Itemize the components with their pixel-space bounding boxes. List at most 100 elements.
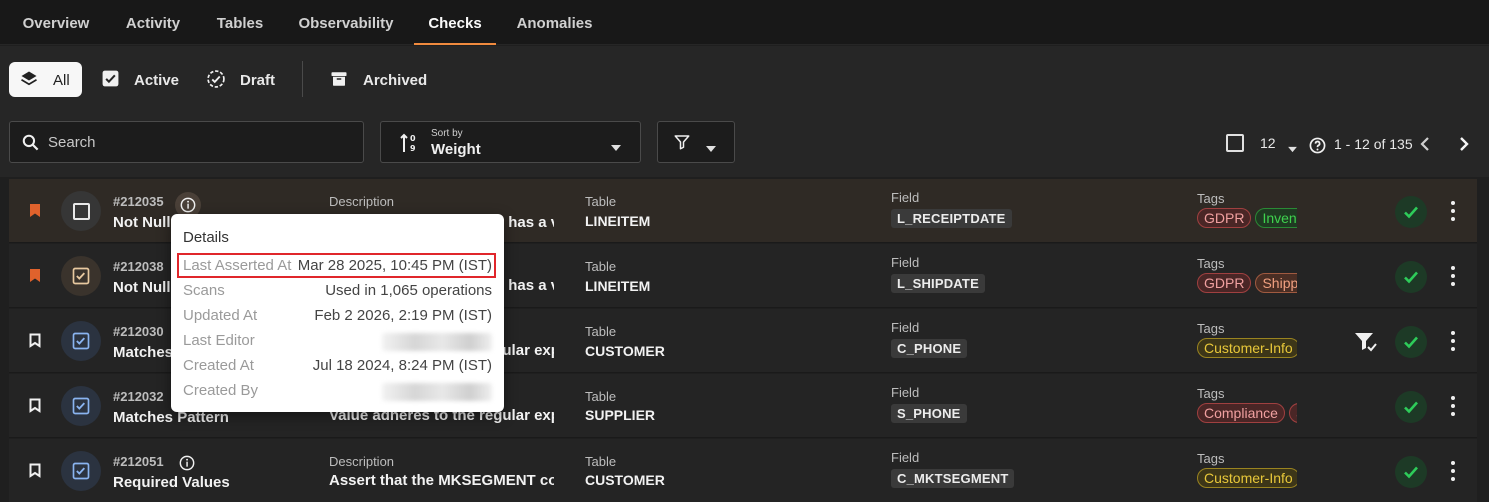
filter-check-icon[interactable]	[1354, 332, 1378, 357]
more-vertical-icon[interactable]	[1446, 459, 1460, 483]
row-check-icon	[61, 256, 101, 296]
detail-key: Last Editor	[183, 332, 255, 349]
info-circle-icon[interactable]	[175, 451, 199, 475]
table-caption: Table	[585, 454, 617, 469]
tag-badge: Shipping	[1255, 273, 1297, 293]
row-check-icon	[61, 321, 101, 361]
tab-overview[interactable]: Overview	[10, 0, 102, 45]
filter-draft-button[interactable]: Draft	[204, 62, 289, 97]
status-filter-bar: All Active Draft Archived	[0, 46, 1489, 113]
detail-value: Used in 1,065 operations	[325, 282, 492, 299]
detail-row: Scans Used in 1,065 operations	[183, 282, 492, 302]
table-value: LINEITEM	[585, 213, 651, 229]
tag-badge: GDPR	[1197, 273, 1252, 293]
tab-observability[interactable]: Observability	[290, 0, 402, 45]
table-caption: Table	[585, 194, 617, 209]
sort-select[interactable]: 09 Sort by Weight	[380, 121, 641, 163]
check-id: #212051	[113, 454, 164, 469]
table-value: CUSTOMER	[585, 472, 665, 488]
redacted-value	[382, 333, 492, 351]
layers-icon	[20, 70, 38, 88]
tags-caption: Tags	[1197, 386, 1225, 401]
tag-list: Customer-Info	[1197, 468, 1297, 492]
tag-badge: Inventory	[1255, 208, 1297, 228]
note-check-icon	[72, 267, 90, 285]
detail-row: Updated At Feb 2 2026, 2:19 PM (IST)	[183, 307, 492, 327]
chevron-right-icon[interactable]	[1458, 136, 1470, 157]
more-vertical-icon[interactable]	[1446, 394, 1460, 418]
bookmark-filled-icon[interactable]	[29, 203, 41, 223]
tag-list: GDPRInventory	[1197, 208, 1297, 232]
tab-activity[interactable]: Activity	[112, 0, 194, 45]
table-value: CUSTOMER	[585, 343, 665, 359]
funnel-icon	[673, 133, 691, 156]
caret-down-icon[interactable]	[1287, 140, 1298, 158]
status-ok-icon	[1395, 456, 1427, 488]
status-ok-icon	[1395, 196, 1427, 228]
field-caption: Field	[891, 450, 920, 465]
check-id: #212038	[113, 259, 164, 274]
checkbox-checked-icon	[101, 69, 120, 88]
status-ok-icon	[1395, 261, 1427, 293]
toolbar: 09 Sort by Weight 12 1 - 12 of 135	[0, 113, 1489, 177]
caret-down-icon	[610, 139, 622, 157]
filter-archived-label: Archived	[363, 72, 428, 89]
filter-archived-button[interactable]: Archived	[325, 62, 435, 97]
details-popover: Details Last Asserted At Mar 28 2025, 10…	[171, 214, 504, 412]
detail-row: Last Asserted At Mar 28 2025, 10:45 PM (…	[183, 257, 492, 277]
detail-row: Created By	[183, 382, 492, 402]
bookmark-outline-icon[interactable]	[29, 333, 41, 353]
detail-key: Scans	[183, 282, 225, 299]
filter-all-button[interactable]: All	[9, 62, 82, 97]
page-size-value[interactable]: 12	[1260, 135, 1276, 151]
empty-square-icon	[72, 202, 90, 220]
description-caption: Description	[329, 454, 395, 469]
note-check-icon	[72, 397, 90, 415]
tags-caption: Tags	[1197, 321, 1225, 336]
select-all-checkbox[interactable]	[1226, 134, 1244, 152]
table-caption: Table	[585, 389, 617, 404]
detail-value: Feb 2 2026, 2:19 PM (IST)	[314, 307, 492, 324]
search-input[interactable]	[48, 122, 348, 162]
bookmark-filled-icon[interactable]	[29, 268, 41, 288]
note-check-icon	[72, 332, 90, 350]
chevron-left-icon[interactable]	[1419, 136, 1431, 157]
tab-anomalies[interactable]: Anomalies	[507, 0, 602, 45]
detail-key: Last Asserted At	[183, 257, 292, 274]
table-value: SUPPLIER	[585, 407, 656, 423]
bookmark-outline-icon[interactable]	[29, 463, 41, 483]
bookmark-outline-icon[interactable]	[29, 398, 41, 418]
caret-down-icon	[705, 140, 717, 158]
filter-all-label: All	[53, 72, 70, 89]
tab-tables[interactable]: Tables	[205, 0, 275, 45]
detail-value: Jul 18 2024, 8:24 PM (IST)	[312, 357, 492, 374]
check-name: Not Null	[113, 214, 171, 231]
filter-dropdown-button[interactable]	[657, 121, 735, 163]
sort-caption: Sort by	[431, 128, 463, 139]
svg-text:9: 9	[410, 144, 416, 153]
status-ok-icon	[1395, 326, 1427, 358]
field-caption: Field	[891, 320, 920, 335]
filter-active-button[interactable]: Active	[96, 62, 186, 97]
help-circle-icon[interactable]	[1309, 137, 1326, 159]
tags-caption: Tags	[1197, 191, 1225, 206]
tag-badge: Compliance	[1197, 403, 1285, 423]
tag-badge: Customer-Info	[1197, 338, 1297, 358]
more-vertical-icon[interactable]	[1446, 199, 1460, 223]
table-row[interactable]: #212051 Required Values Description Asse…	[9, 439, 1477, 502]
tag-badge: Customer-Info	[1197, 468, 1297, 488]
more-vertical-icon[interactable]	[1446, 329, 1460, 353]
tag-list: Customer-Info	[1197, 338, 1297, 362]
tag-list: GDPRShipping	[1197, 273, 1297, 297]
field-chip: L_RECEIPTDATE	[891, 209, 1012, 228]
filter-divider	[302, 61, 303, 97]
search-icon	[21, 133, 40, 157]
tab-checks[interactable]: Checks	[414, 0, 496, 45]
pagination-range: 1 - 12 of 135	[1334, 136, 1413, 152]
row-check-icon	[61, 386, 101, 426]
popover-title: Details	[183, 229, 229, 246]
check-name: Required Values	[113, 474, 230, 491]
more-vertical-icon[interactable]	[1446, 264, 1460, 288]
detail-key: Created At	[183, 357, 254, 374]
archive-box-icon	[330, 70, 348, 88]
